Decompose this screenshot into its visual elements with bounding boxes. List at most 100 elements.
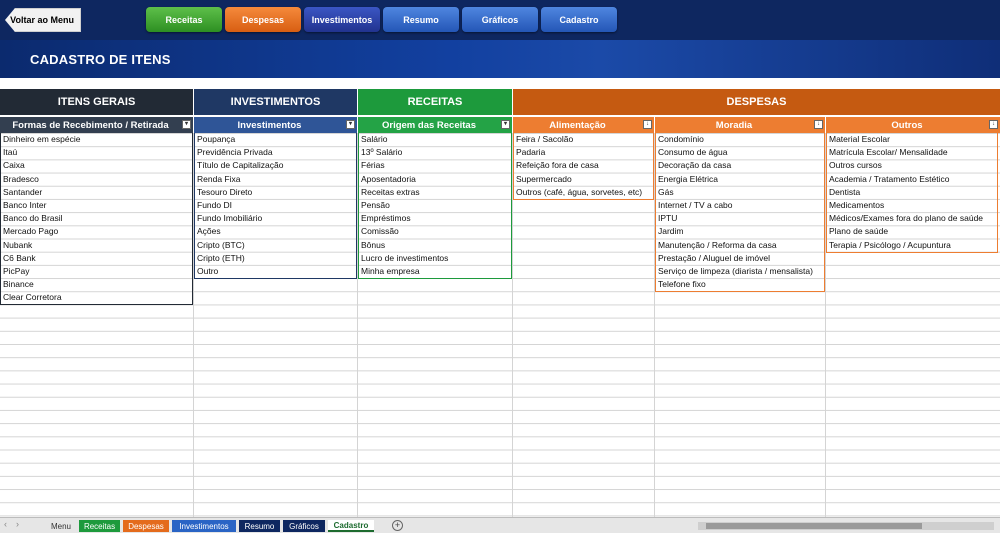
column-header-moradia: Moradia ↓ [655,117,825,133]
header-divider [0,78,1000,88]
nav-receitas-button[interactable]: Receitas [146,7,222,32]
list-item[interactable]: Padaria [514,146,653,159]
list-item[interactable]: Tesouro Direto [195,186,356,199]
tab-scroll-right-icon[interactable]: › [16,519,19,529]
list-item[interactable]: Bônus [359,239,511,252]
sheet-tab-despesas[interactable]: Despesas [123,520,169,532]
sheet-tab-bar: ‹ › Menu Receitas Despesas Investimentos… [0,517,1000,533]
back-to-menu-button[interactable]: Voltar ao Menu [5,8,81,32]
column-header-origem: Origem das Receitas ▾ [358,117,512,133]
sheet-tab-resumo[interactable]: Resumo [239,520,280,532]
list-item[interactable]: Caixa [1,159,192,172]
spreadsheet-app: Voltar ao Menu Receitas Despesas Investi… [0,0,1000,533]
list-item[interactable]: Salário [359,133,511,146]
sheet-tab-receitas[interactable]: Receitas [79,520,120,532]
nav-resumo-button[interactable]: Resumo [383,7,459,32]
list-item[interactable]: Bradesco [1,173,192,186]
sort-filter-icon[interactable]: ↓ [989,120,998,129]
list-item[interactable]: Fundo DI [195,199,356,212]
list-item[interactable]: Telefone fixo [656,278,824,291]
list-item[interactable]: Fundo Imobiliário [195,212,356,225]
section-investimentos: INVESTIMENTOS [194,89,357,115]
scrollbar-thumb[interactable] [706,523,922,529]
list-item[interactable]: Cripto (BTC) [195,239,356,252]
list-item[interactable]: Mercado Pago [1,225,192,238]
list-item[interactable]: Manutenção / Reforma da casa [656,239,824,252]
sort-filter-icon[interactable]: ↓ [643,120,652,129]
list-item[interactable]: Médicos/Exames fora do plano de saúde [827,212,997,225]
list-item[interactable]: Receitas extras [359,186,511,199]
list-item[interactable]: Comissão [359,225,511,238]
nav-investimentos-button[interactable]: Investimentos [304,7,380,32]
list-item[interactable]: Renda Fixa [195,173,356,186]
list-item[interactable]: Academia / Tratamento Estético [827,173,997,186]
list-item[interactable]: Outros cursos [827,159,997,172]
list-item[interactable]: Jardim [656,225,824,238]
list-item[interactable]: Condomínio [656,133,824,146]
list-item[interactable]: Medicamentos [827,199,997,212]
list-item[interactable]: Título de Capitalização [195,159,356,172]
list-item[interactable]: Decoração da casa [656,159,824,172]
list-item[interactable]: Terapia / Psicólogo / Acupuntura [827,239,997,252]
section-itens-gerais: ITENS GERAIS [0,89,193,115]
sheet-tab-graficos[interactable]: Gráficos [283,520,325,532]
list-item[interactable]: Plano de saúde [827,225,997,238]
list-item[interactable]: Aposentadoria [359,173,511,186]
list-item[interactable]: Pensão [359,199,511,212]
list-alimentacao: Feira / Sacolão Padaria Refeição fora de c… [513,133,654,200]
list-item[interactable]: Feira / Sacolão [514,133,653,146]
nav-graficos-button[interactable]: Gráficos [462,7,538,32]
list-origem-receitas: Salário 13º Salário Férias Aposentadoria Rec… [358,133,512,280]
list-item[interactable]: Banco do Brasil [1,212,192,225]
list-moradia: Condomínio Consumo de água Decoração da ca… [655,133,825,293]
list-item[interactable]: Consumo de água [656,146,824,159]
list-item[interactable]: Previdência Privada [195,146,356,159]
list-item[interactable]: Minha empresa [359,265,511,278]
list-item[interactable]: Internet / TV a cabo [656,199,824,212]
sort-filter-icon[interactable]: ↓ [814,120,823,129]
list-item[interactable]: Serviço de limpeza (diarista / mensalist… [656,265,824,278]
list-item[interactable]: Nubank [1,239,192,252]
filter-dropdown-icon[interactable]: ▾ [501,120,510,129]
sheet-tab-menu[interactable]: Menu [46,520,76,532]
list-item[interactable]: Binance [1,278,192,291]
list-item[interactable]: Gás [656,186,824,199]
nav-cadastro-button[interactable]: Cadastro [541,7,617,32]
list-item[interactable]: PicPay [1,265,192,278]
list-item[interactable]: Empréstimos [359,212,511,225]
filter-dropdown-icon[interactable]: ▾ [346,120,355,129]
list-item[interactable]: Dinheiro em espécie [1,133,192,146]
list-item[interactable]: Cripto (ETH) [195,252,356,265]
list-item[interactable]: Outro [195,265,356,278]
add-sheet-icon[interactable]: + [392,520,403,531]
sheet-tab-investimentos[interactable]: Investimentos [172,520,236,532]
list-formas-recebimento: Dinheiro em espécie Itaú Caixa Bradesco Sant… [0,133,193,306]
list-item[interactable]: Banco Inter [1,199,192,212]
list-item[interactable]: Refeição fora de casa [514,159,653,172]
list-item[interactable]: Férias [359,159,511,172]
list-item[interactable]: Santander [1,186,192,199]
list-investimentos: Poupança Previdência Privada Título de Cap… [194,133,357,280]
list-item[interactable]: Matrícula Escolar/ Mensalidade [827,146,997,159]
column-header-label: Outros [891,119,923,131]
list-item[interactable]: Outros (café, água, sorvetes, etc) [514,186,653,199]
list-item[interactable]: Dentista [827,186,997,199]
column-header-formas: Formas de Recebimento / Retirada ▾ [0,117,193,133]
sheet-tab-cadastro[interactable]: Cadastro [328,520,374,532]
list-item[interactable]: Energia Elétrica [656,173,824,186]
list-item[interactable]: IPTU [656,212,824,225]
list-item[interactable]: C6 Bank [1,252,192,265]
list-item[interactable]: Supermercado [514,173,653,186]
list-item[interactable]: Itaú [1,146,192,159]
list-item[interactable]: Material Escolar [827,133,997,146]
filter-dropdown-icon[interactable]: ▾ [182,120,191,129]
tab-scroll-left-icon[interactable]: ‹ [4,519,7,529]
list-item[interactable]: 13º Salário [359,146,511,159]
nav-despesas-button[interactable]: Despesas [225,7,301,32]
list-item[interactable]: Ações [195,225,356,238]
list-item[interactable]: Poupança [195,133,356,146]
list-item[interactable]: Lucro de investimentos [359,252,511,265]
list-item[interactable]: Clear Corretora [1,291,192,304]
list-item[interactable]: Prestação / Aluguel de imóvel [656,252,824,265]
column-header-label: Investimentos [237,119,302,131]
